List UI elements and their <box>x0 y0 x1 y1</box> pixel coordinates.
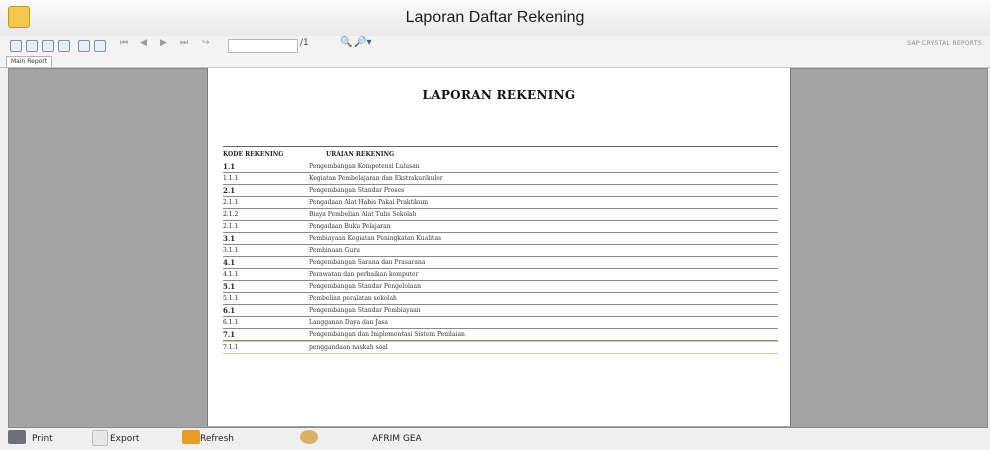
uraian-rekening-cell: Pengembangan Kompetensi Lulusan <box>309 163 420 170</box>
uraian-rekening-cell: Pembiayaan Kegiatan Peningkatan Kualitas <box>309 235 442 242</box>
refresh-people-icon[interactable] <box>182 430 200 444</box>
user-icon <box>300 430 318 444</box>
kode-rekening-cell: 1.1.1 <box>223 175 239 182</box>
uraian-rekening-cell: Pengembangan Standar Pembiayaan <box>309 307 421 314</box>
find-icon[interactable]: 🔍 <box>340 37 352 48</box>
kode-rekening-cell: 5.1.1 <box>223 295 239 302</box>
parameter-panel-icon[interactable] <box>94 40 106 52</box>
report-row: 3.1 Pembiayaan Kegiatan Peningkatan Kuali… <box>223 233 778 245</box>
report-row: 4.1 Pengembangan Sarana dan Prasarana <box>223 257 778 269</box>
print-icon[interactable] <box>26 40 38 52</box>
uraian-rekening-cell: Biaya Pembelian Alat Tulis Sekolah <box>309 211 417 218</box>
refresh-button[interactable]: Refresh <box>200 434 234 444</box>
kode-rekening-cell: 3.1 <box>223 234 236 243</box>
uraian-rekening-cell: Pengadaan Buku Pelajaran <box>309 223 391 230</box>
kode-rekening-cell: 2.1.2 <box>223 211 239 218</box>
report-row: 1.1.1 Kegiatan Pembelajaran dan Ekstrakur… <box>223 173 778 185</box>
export-button[interactable]: Export <box>110 434 139 444</box>
report-toolbar <box>0 36 990 56</box>
next-page-icon[interactable]: ▶ <box>160 38 167 48</box>
report-row: 2.1.1 Pengadaan Alat Habis Pakai Praktiku… <box>223 197 778 209</box>
kode-rekening-cell: 4.1.1 <box>223 271 239 278</box>
kode-rekening-cell: 5.1 <box>223 282 236 291</box>
tab-main-report[interactable]: Main Report <box>6 56 53 67</box>
report-row: 7.1 Pengembangan dan Implementasi Sistem … <box>223 329 778 341</box>
report-row: 6.1 Pengembangan Standar Pembiayaan <box>223 305 778 317</box>
kode-rekening-cell: 6.1 <box>223 306 236 315</box>
kode-rekening-cell: 7.1 <box>223 330 236 339</box>
user-name: AFRIM GEA <box>372 434 422 444</box>
report-row: 1.1 Pengembangan Kompetensi Lulusan <box>223 161 778 173</box>
uraian-rekening-cell: Perawatan dan perbaikan komputer <box>309 271 419 278</box>
tab-strip <box>0 56 990 68</box>
report-row: 2.1.2 Biaya Pembelian Alat Tulis Sekolah <box>223 209 778 221</box>
page-number-input[interactable] <box>228 39 298 53</box>
report-row: 3.1.1 Pembinaan Guru <box>223 245 778 257</box>
first-page-icon[interactable]: ⏮ <box>120 38 128 48</box>
report-page: LAPORAN REKENING KODE REKENING URAIAN RE… <box>207 68 791 426</box>
uraian-rekening-cell: Pengembangan Standar Pengelolaan <box>309 283 421 290</box>
uraian-rekening-cell: Langganan Daya dan Jasa <box>309 319 388 326</box>
kode-rekening-cell: 3.1.1 <box>223 247 239 254</box>
last-page-icon[interactable]: ⏭ <box>180 38 188 48</box>
group-tree-icon[interactable] <box>78 40 90 52</box>
header-divider <box>223 146 778 147</box>
kode-rekening-cell: 1.1 <box>223 162 236 171</box>
report-row: 5.1.1 Pembelian peralatan sekolah <box>223 293 778 305</box>
copy-icon[interactable] <box>58 40 70 52</box>
report-row: 7.1.1 penggandaan naskah soal <box>223 341 778 354</box>
refresh-icon[interactable] <box>42 40 54 52</box>
uraian-rekening-cell: Pengembangan dan Implementasi Sistem Pen… <box>309 331 465 338</box>
uraian-rekening-cell: penggandaan naskah soal <box>309 344 388 351</box>
kode-rekening-cell: 6.1.1 <box>223 319 239 326</box>
print-button[interactable]: Print <box>32 434 53 444</box>
kode-rekening-cell: 7.1.1 <box>223 344 239 351</box>
uraian-rekening-cell: Pengembangan Sarana dan Prasarana <box>309 259 426 266</box>
goto-page-icon[interactable]: ↪ <box>202 38 210 48</box>
engine-label: SAP CRYSTAL REPORTS <box>907 40 982 47</box>
printer-icon[interactable] <box>8 430 26 444</box>
page-count-label: /1 <box>300 38 309 48</box>
report-row: 2.1 Pengembangan Standar Proses <box>223 185 778 197</box>
uraian-rekening-cell: Pembinaan Guru <box>309 247 360 254</box>
uraian-rekening-cell: Pembelian peralatan sekolah <box>309 295 397 302</box>
uraian-rekening-cell: Pengadaan Alat Habis Pakai Praktikum <box>309 199 429 206</box>
export-file-icon[interactable] <box>92 430 108 446</box>
column-header-uraian: URAIAN REKENING <box>326 151 395 158</box>
kode-rekening-cell: 2.1.1 <box>223 223 239 230</box>
report-row: 4.1.1 Perawatan dan perbaikan komputer <box>223 269 778 281</box>
report-row: 2.1.1 Pengadaan Buku Pelajaran <box>223 221 778 233</box>
uraian-rekening-cell: Pengembangan Standar Proses <box>309 187 405 194</box>
bottom-bar <box>0 428 990 450</box>
export-icon[interactable] <box>10 40 22 52</box>
column-header-kode: KODE REKENING <box>223 151 284 158</box>
previous-page-icon[interactable]: ◀ <box>140 38 147 48</box>
kode-rekening-cell: 2.1.1 <box>223 199 239 206</box>
kode-rekening-cell: 4.1 <box>223 258 236 267</box>
uraian-rekening-cell: Kegiatan Pembelajaran dan Ekstrakurikule… <box>309 175 443 182</box>
report-row: 6.1.1 Langganan Daya dan Jasa <box>223 317 778 329</box>
zoom-icon[interactable]: 🔎▾ <box>354 37 371 48</box>
kode-rekening-cell: 2.1 <box>223 186 236 195</box>
report-row: 5.1 Pengembangan Standar Pengelolaan <box>223 281 778 293</box>
window-title: Laporan Daftar Rekening <box>405 9 585 26</box>
report-title: LAPORAN REKENING <box>422 88 576 102</box>
